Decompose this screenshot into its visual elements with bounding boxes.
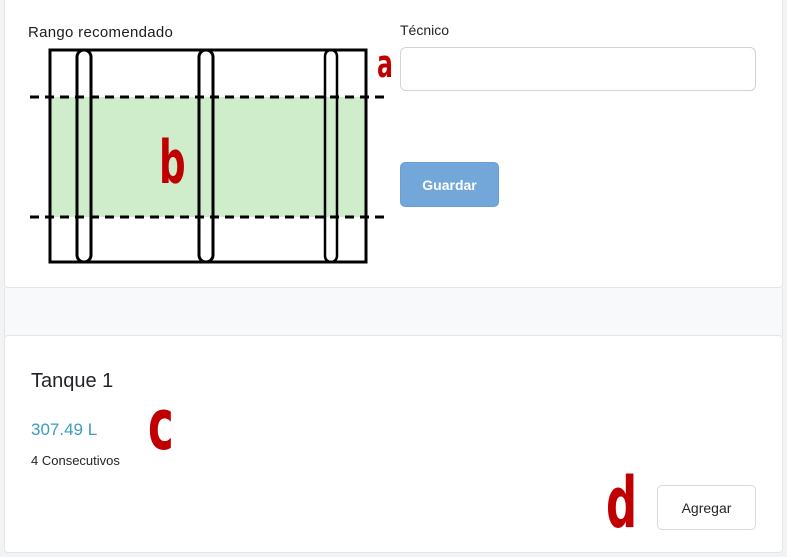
add-button[interactable]: Agregar (657, 485, 756, 530)
section-divider (4, 288, 783, 336)
annotation-marker-c: c (148, 384, 174, 466)
tank-volume: 307.49 L (31, 420, 98, 439)
recommended-range-diagram (30, 48, 388, 264)
save-button[interactable]: Guardar (400, 162, 499, 207)
recommended-range-band (50, 97, 366, 217)
annotation-marker-d: d (606, 462, 638, 544)
tank-title: Tanque 1 (31, 370, 114, 392)
technician-label: Técnico (400, 22, 450, 38)
annotation-marker-a: a (377, 42, 393, 86)
annotation-marker-b: b (159, 128, 186, 198)
range-label: Rango recomendado (28, 24, 174, 41)
technician-input[interactable] (400, 47, 756, 91)
tank-consecutive-count: 4 Consecutivos (31, 453, 120, 468)
